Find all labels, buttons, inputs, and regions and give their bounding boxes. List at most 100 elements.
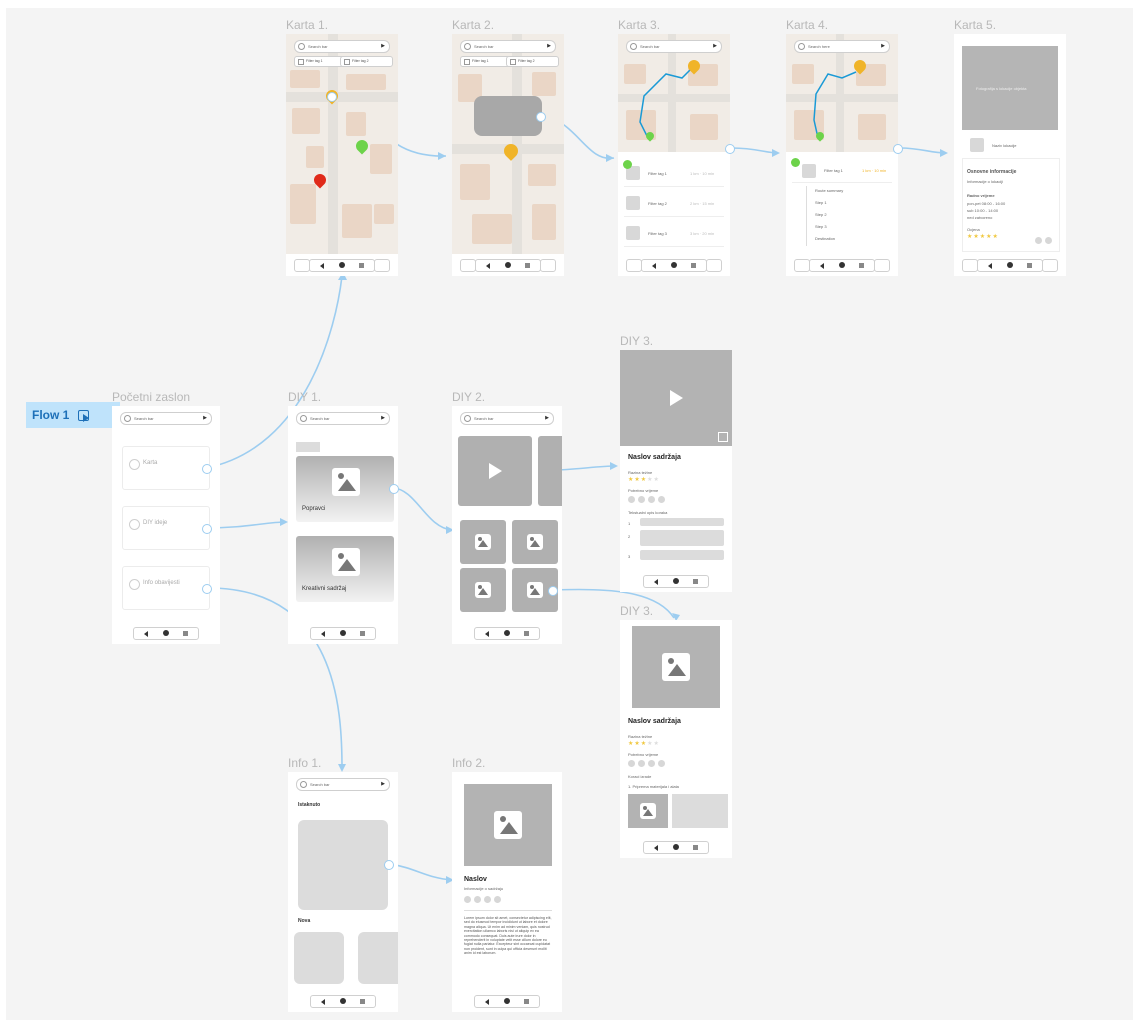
filter-chip-2[interactable]: Filter tag 2: [506, 56, 559, 67]
nav-controls[interactable]: [310, 995, 376, 1008]
news-card[interactable]: [294, 932, 344, 984]
diy-card-repairs[interactable]: Popravci: [296, 456, 394, 522]
home-icon[interactable]: [504, 630, 510, 636]
recents-icon[interactable]: [524, 999, 529, 1004]
video-card[interactable]: [458, 436, 532, 506]
flow-start-badge[interactable]: Flow 1: [26, 402, 120, 428]
frame-diy3-video[interactable]: Naslov sadržaja Razina težine ★★★★★ Potr…: [620, 350, 732, 592]
content-tile[interactable]: [512, 520, 558, 564]
home-icon[interactable]: [340, 998, 346, 1004]
frame-info2[interactable]: Naslov Informacije o sadržaju Lorem ipsu…: [452, 772, 562, 1012]
back-icon[interactable]: [485, 999, 489, 1005]
recents-icon[interactable]: [859, 263, 864, 268]
home-icon[interactable]: [671, 262, 677, 268]
back-icon[interactable]: [652, 263, 656, 269]
home-icon[interactable]: [339, 262, 345, 268]
recents-icon[interactable]: [524, 631, 529, 636]
connector-handle[interactable]: [327, 92, 337, 102]
search-input[interactable]: Search bar ▶: [460, 40, 556, 53]
map-view[interactable]: [286, 34, 398, 254]
frame-karta2[interactable]: Search bar ▶ Filter tag 1 Filter tag 2: [452, 34, 564, 276]
back-icon[interactable]: [654, 845, 658, 851]
connector-handle[interactable]: [384, 860, 394, 870]
connector-handle[interactable]: [725, 144, 735, 154]
home-icon[interactable]: [505, 262, 511, 268]
save-icon[interactable]: [1045, 237, 1052, 244]
connector-handle[interactable]: [893, 144, 903, 154]
search-input[interactable]: Search bar ▶: [296, 778, 390, 791]
list-item[interactable]: Filter tag 3 3 km · 20 min: [624, 222, 724, 247]
nav-controls[interactable]: [643, 575, 709, 588]
connector-handle[interactable]: [536, 112, 546, 122]
connector-handle[interactable]: [202, 524, 212, 534]
home-icon[interactable]: [673, 844, 679, 850]
home-card-map[interactable]: Karta: [122, 446, 210, 490]
back-icon[interactable]: [144, 631, 148, 637]
recents-icon[interactable]: [1027, 263, 1032, 268]
content-tile[interactable]: [460, 568, 506, 612]
frame-karta3[interactable]: Search bar ▶ Filter tag 1 1 km · 10 min F…: [618, 34, 730, 276]
connector-handle[interactable]: [389, 484, 399, 494]
nav-side-button[interactable]: [1042, 259, 1058, 272]
connector-handle[interactable]: [202, 464, 212, 474]
search-input[interactable]: Search bar ▶: [296, 412, 390, 425]
nav-controls[interactable]: [809, 259, 875, 272]
back-icon[interactable]: [321, 999, 325, 1005]
nav-side-button[interactable]: [460, 259, 476, 272]
nav-side-button[interactable]: [706, 259, 722, 272]
list-item[interactable]: Filter tag 2 2 km · 15 min: [624, 192, 724, 217]
list-item[interactable]: Filter tag 1 1 km · 10 min: [624, 162, 724, 187]
recents-icon[interactable]: [183, 631, 188, 636]
home-icon[interactable]: [839, 262, 845, 268]
frame-diy1[interactable]: Search bar ▶ Popravci Kreativni sadržaj: [288, 406, 398, 644]
search-input[interactable]: Search bar ▶: [460, 412, 554, 425]
back-icon[interactable]: [486, 263, 490, 269]
nav-side-button[interactable]: [374, 259, 390, 272]
nav-side-button[interactable]: [794, 259, 810, 272]
frame-karta1[interactable]: Search bar ▶ Filter tag 1 Filter tag 2: [286, 34, 398, 276]
nav-side-button[interactable]: [962, 259, 978, 272]
diy-card-creative[interactable]: Kreativni sadržaj: [296, 536, 394, 602]
search-input[interactable]: Search bar ▶: [120, 412, 212, 425]
play-icon[interactable]: [670, 390, 683, 406]
home-icon[interactable]: [1007, 262, 1013, 268]
connector-handle[interactable]: [202, 584, 212, 594]
nav-controls[interactable]: [474, 627, 540, 640]
fullscreen-icon[interactable]: [718, 432, 728, 442]
nav-controls[interactable]: [474, 995, 540, 1008]
search-input[interactable]: Search bar ▶: [626, 40, 722, 53]
news-card[interactable]: [358, 932, 398, 984]
home-card-diy[interactable]: DIY ideje: [122, 506, 210, 550]
filter-chip-2[interactable]: Filter tag 2: [340, 56, 393, 67]
home-icon[interactable]: [504, 998, 510, 1004]
connector-handle[interactable]: [548, 586, 558, 596]
content-tile[interactable]: [460, 520, 506, 564]
category-tag[interactable]: [296, 442, 320, 452]
nav-side-button[interactable]: [874, 259, 890, 272]
play-icon[interactable]: [489, 463, 502, 479]
back-icon[interactable]: [654, 579, 658, 585]
rating-stars[interactable]: ★★★★★: [967, 233, 999, 240]
location-preview-card[interactable]: [474, 96, 542, 136]
back-icon[interactable]: [485, 631, 489, 637]
home-card-info[interactable]: Info obavijesti: [122, 566, 210, 610]
recents-icon[interactable]: [360, 999, 365, 1004]
frame-diy2[interactable]: Search bar ▶: [452, 406, 562, 644]
nav-controls[interactable]: [641, 259, 707, 272]
nav-side-button[interactable]: [626, 259, 642, 272]
back-icon[interactable]: [321, 631, 325, 637]
featured-card[interactable]: [298, 820, 388, 910]
frame-karta4[interactable]: Search here ▶ Filter tag 1 1 km · 10 min …: [786, 34, 898, 276]
frame-karta5[interactable]: Fotografija s lokacije objekta Naziv lok…: [954, 34, 1066, 276]
nav-controls[interactable]: [133, 627, 199, 640]
recents-icon[interactable]: [691, 263, 696, 268]
nav-side-button[interactable]: [294, 259, 310, 272]
frame-info1[interactable]: Search bar ▶ Istaknuto Nova: [288, 772, 398, 1012]
video-player[interactable]: [620, 350, 732, 446]
home-icon[interactable]: [163, 630, 169, 636]
recents-icon[interactable]: [693, 579, 698, 584]
nav-controls[interactable]: [643, 841, 709, 854]
list-item-selected[interactable]: Filter tag 1 1 km · 10 min: [792, 160, 892, 183]
home-icon[interactable]: [673, 578, 679, 584]
nav-controls[interactable]: [310, 627, 376, 640]
